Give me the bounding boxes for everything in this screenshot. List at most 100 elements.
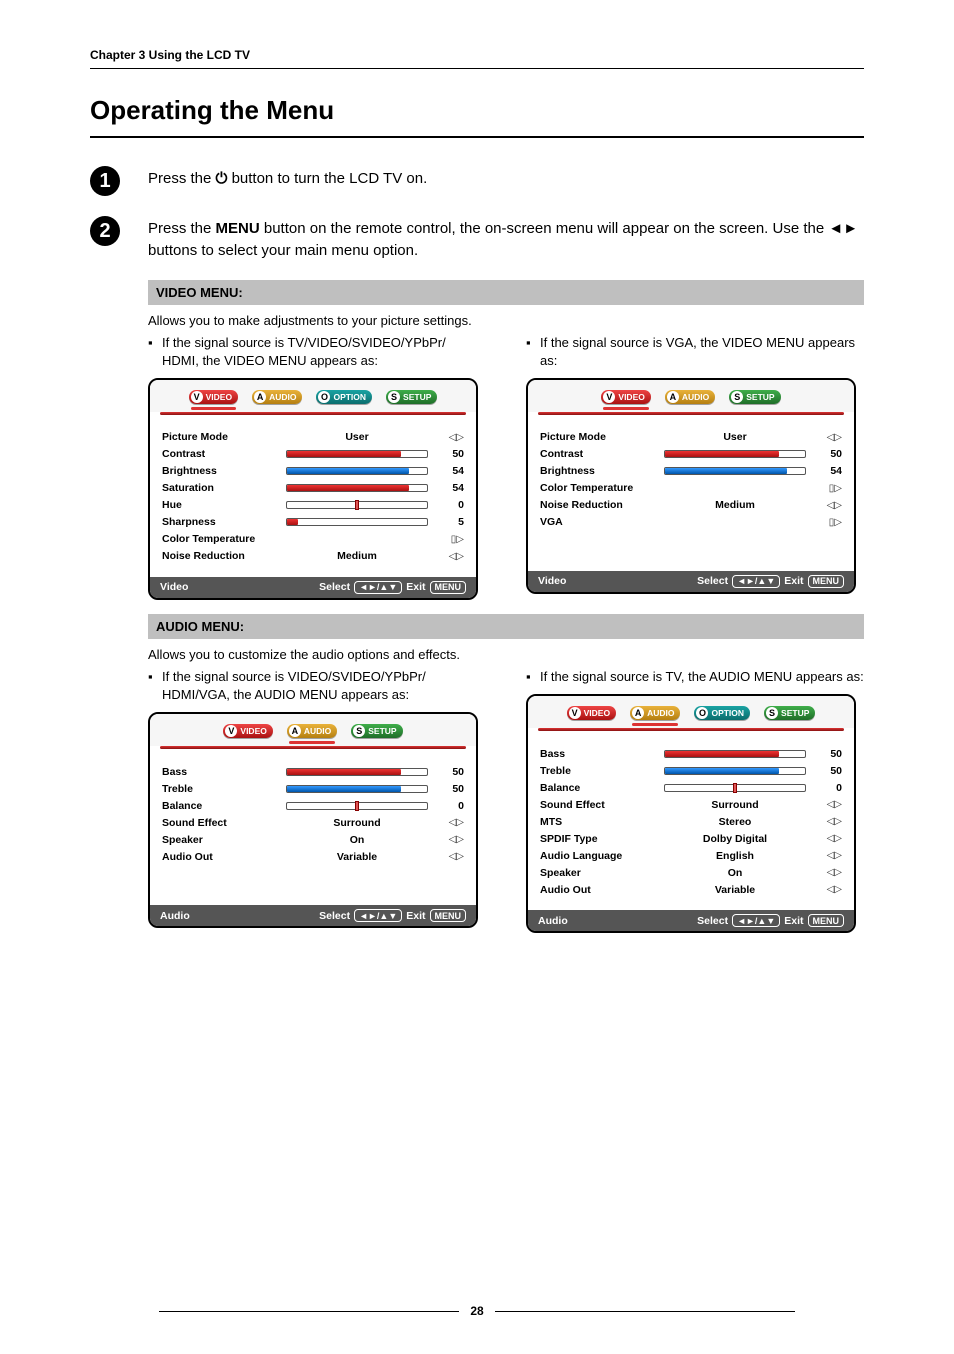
osd-row[interactable]: SpeakerOn◁▷ bbox=[540, 864, 842, 881]
osd-tab-video[interactable]: VVIDEO bbox=[563, 704, 620, 724]
osd-footer-menu-badge: MENU bbox=[430, 909, 467, 922]
osd-row[interactable]: Picture ModeUser◁▷ bbox=[162, 429, 464, 446]
osd-row-label: Contrast bbox=[162, 448, 280, 460]
osd-tab-video[interactable]: VVIDEO bbox=[219, 722, 276, 742]
osd-tab-video[interactable]: VVIDEO bbox=[597, 388, 654, 408]
slider-bar[interactable] bbox=[664, 750, 806, 758]
osd-body: Bass50Treble50Balance0Sound EffectSurrou… bbox=[150, 753, 476, 905]
osd-row[interactable]: Audio OutVariable◁▷ bbox=[540, 881, 842, 898]
arrow-lr-icon: ◁▷ bbox=[812, 500, 842, 511]
osd-row[interactable]: MTSStereo◁▷ bbox=[540, 813, 842, 830]
osd-tab-label: AUDIO bbox=[647, 708, 674, 718]
osd-row-value: Stereo bbox=[664, 816, 806, 828]
osd-row-label: Brightness bbox=[540, 465, 658, 477]
osd-row-label: Noise Reduction bbox=[540, 499, 658, 511]
osd-row[interactable]: Treble50 bbox=[162, 780, 464, 797]
osd-footer-right: Select◄►/▲▼ExitMENU bbox=[697, 914, 844, 927]
osd-tab-pill: VVIDEO bbox=[567, 706, 616, 720]
audio-right-bullet: ▪ If the signal source is TV, the AUDIO … bbox=[526, 668, 864, 686]
slider-bar[interactable] bbox=[286, 785, 428, 793]
osd-tab-option[interactable]: OOPTION bbox=[690, 704, 754, 724]
osd-footer-name: Video bbox=[538, 575, 566, 587]
osd-row[interactable]: Contrast50 bbox=[162, 446, 464, 463]
osd-row[interactable]: Noise ReductionMedium◁▷ bbox=[540, 497, 842, 514]
osd-tab-audio[interactable]: AAUDIO bbox=[248, 388, 306, 408]
osd-row-number: 50 bbox=[812, 448, 842, 460]
osd-tab-option[interactable]: OOPTION bbox=[312, 388, 376, 408]
video-tab-icon: V bbox=[191, 391, 203, 403]
video-menu-bar: VIDEO MENU: bbox=[148, 280, 864, 305]
osd-row[interactable]: SPDIF TypeDolby Digital◁▷ bbox=[540, 830, 842, 847]
osd-row-label: Sound Effect bbox=[540, 799, 658, 811]
video-tab-icon: V bbox=[225, 725, 237, 737]
slider-bar[interactable] bbox=[286, 802, 428, 810]
osd-tab-label: SETUP bbox=[781, 708, 809, 718]
osd-row[interactable]: Sound EffectSurround◁▷ bbox=[162, 814, 464, 831]
osd-tab-pill: SSETUP bbox=[351, 724, 402, 738]
video-right-bullet: ▪ If the signal source is VGA, the VIDEO… bbox=[526, 334, 864, 370]
osd-row[interactable]: Audio LanguageEnglish◁▷ bbox=[540, 847, 842, 864]
audio-left-intro: If the signal source is VIDEO/SVIDEO/YPb… bbox=[162, 668, 486, 704]
slider-bar[interactable] bbox=[286, 450, 428, 458]
osd-row[interactable]: Brightness54 bbox=[162, 463, 464, 480]
osd-tab-setup[interactable]: SSETUP bbox=[760, 704, 819, 724]
osd-tab-setup[interactable]: SSETUP bbox=[725, 388, 784, 408]
osd-row[interactable]: Picture ModeUser◁▷ bbox=[540, 429, 842, 446]
osd-row[interactable]: Balance0 bbox=[162, 797, 464, 814]
osd-row[interactable]: Balance0 bbox=[540, 779, 842, 796]
osd-tab-pill: OOPTION bbox=[694, 706, 750, 720]
slider-bar[interactable] bbox=[286, 467, 428, 475]
osd-row[interactable]: Saturation54 bbox=[162, 480, 464, 497]
osd-row-value: User bbox=[664, 431, 806, 443]
osd-tab-audio[interactable]: AAUDIO bbox=[626, 704, 684, 724]
osd-row[interactable]: Noise ReductionMedium◁▷ bbox=[162, 548, 464, 565]
setup-tab-icon: S bbox=[388, 391, 400, 403]
osd-row[interactable]: Hue0 bbox=[162, 497, 464, 514]
osd-row-label: Audio Out bbox=[162, 851, 280, 863]
step-1: 1 Press the ⏻ button to turn the LCD TV … bbox=[90, 164, 864, 196]
osd-row-label: MTS bbox=[540, 816, 658, 828]
osd-video-vga: VVIDEO AAUDIO SSETUP Picture ModeUser◁▷Cont… bbox=[526, 378, 856, 594]
video-left-intro: If the signal source is TV/VIDEO/SVIDEO/… bbox=[162, 334, 486, 370]
video-tab-icon: V bbox=[569, 707, 581, 719]
osd-row[interactable]: SpeakerOn◁▷ bbox=[162, 831, 464, 848]
osd-footer-exit-label: Exit bbox=[784, 575, 803, 587]
arrow-enter-icon: ▯▷ bbox=[812, 517, 842, 528]
osd-row[interactable]: Sound EffectSurround◁▷ bbox=[540, 796, 842, 813]
arrow-lr-icon: ◁▷ bbox=[812, 799, 842, 810]
osd-row-label: Sharpness bbox=[162, 516, 280, 528]
osd-tab-audio[interactable]: AAUDIO bbox=[283, 722, 341, 742]
osd-row-value: Variable bbox=[286, 851, 428, 863]
osd-row[interactable]: Audio OutVariable◁▷ bbox=[162, 848, 464, 865]
osd-row[interactable]: Color Temperature▯▷ bbox=[162, 531, 464, 548]
osd-tab-setup[interactable]: SSETUP bbox=[382, 388, 441, 408]
osd-tab-pill: SSETUP bbox=[386, 390, 437, 404]
slider-bar[interactable] bbox=[664, 767, 806, 775]
step-1-body: Press the ⏻ button to turn the LCD TV on… bbox=[148, 164, 427, 190]
osd-tab-audio[interactable]: AAUDIO bbox=[661, 388, 719, 408]
slider-bar[interactable] bbox=[664, 450, 806, 458]
slider-bar[interactable] bbox=[664, 784, 806, 792]
slider-bar[interactable] bbox=[286, 768, 428, 776]
osd-row[interactable]: Contrast50 bbox=[540, 446, 842, 463]
bullet-icon: ▪ bbox=[526, 334, 540, 370]
osd-row[interactable]: Bass50 bbox=[162, 763, 464, 780]
osd-row[interactable]: Color Temperature▯▷ bbox=[540, 480, 842, 497]
osd-row[interactable]: Treble50 bbox=[540, 762, 842, 779]
osd-tab-pill: OOPTION bbox=[316, 390, 372, 404]
osd-tab-setup[interactable]: SSETUP bbox=[347, 722, 406, 742]
osd-tab-video[interactable]: VVIDEO bbox=[185, 388, 242, 408]
slider-bar[interactable] bbox=[664, 467, 806, 475]
slider-bar[interactable] bbox=[286, 484, 428, 492]
arrow-lr-icon: ◁▷ bbox=[434, 817, 464, 828]
osd-row[interactable]: Sharpness5 bbox=[162, 514, 464, 531]
slider-bar[interactable] bbox=[286, 501, 428, 509]
osd-row[interactable]: Bass50 bbox=[540, 745, 842, 762]
chapter-header: Chapter 3 Using the LCD TV bbox=[90, 48, 864, 62]
bullet-icon: ▪ bbox=[526, 668, 540, 686]
arrow-enter-icon: ▯▷ bbox=[434, 534, 464, 545]
osd-row[interactable]: VGA▯▷ bbox=[540, 514, 842, 531]
osd-tab-label: SETUP bbox=[746, 392, 774, 402]
osd-row[interactable]: Brightness54 bbox=[540, 463, 842, 480]
slider-bar[interactable] bbox=[286, 518, 428, 526]
